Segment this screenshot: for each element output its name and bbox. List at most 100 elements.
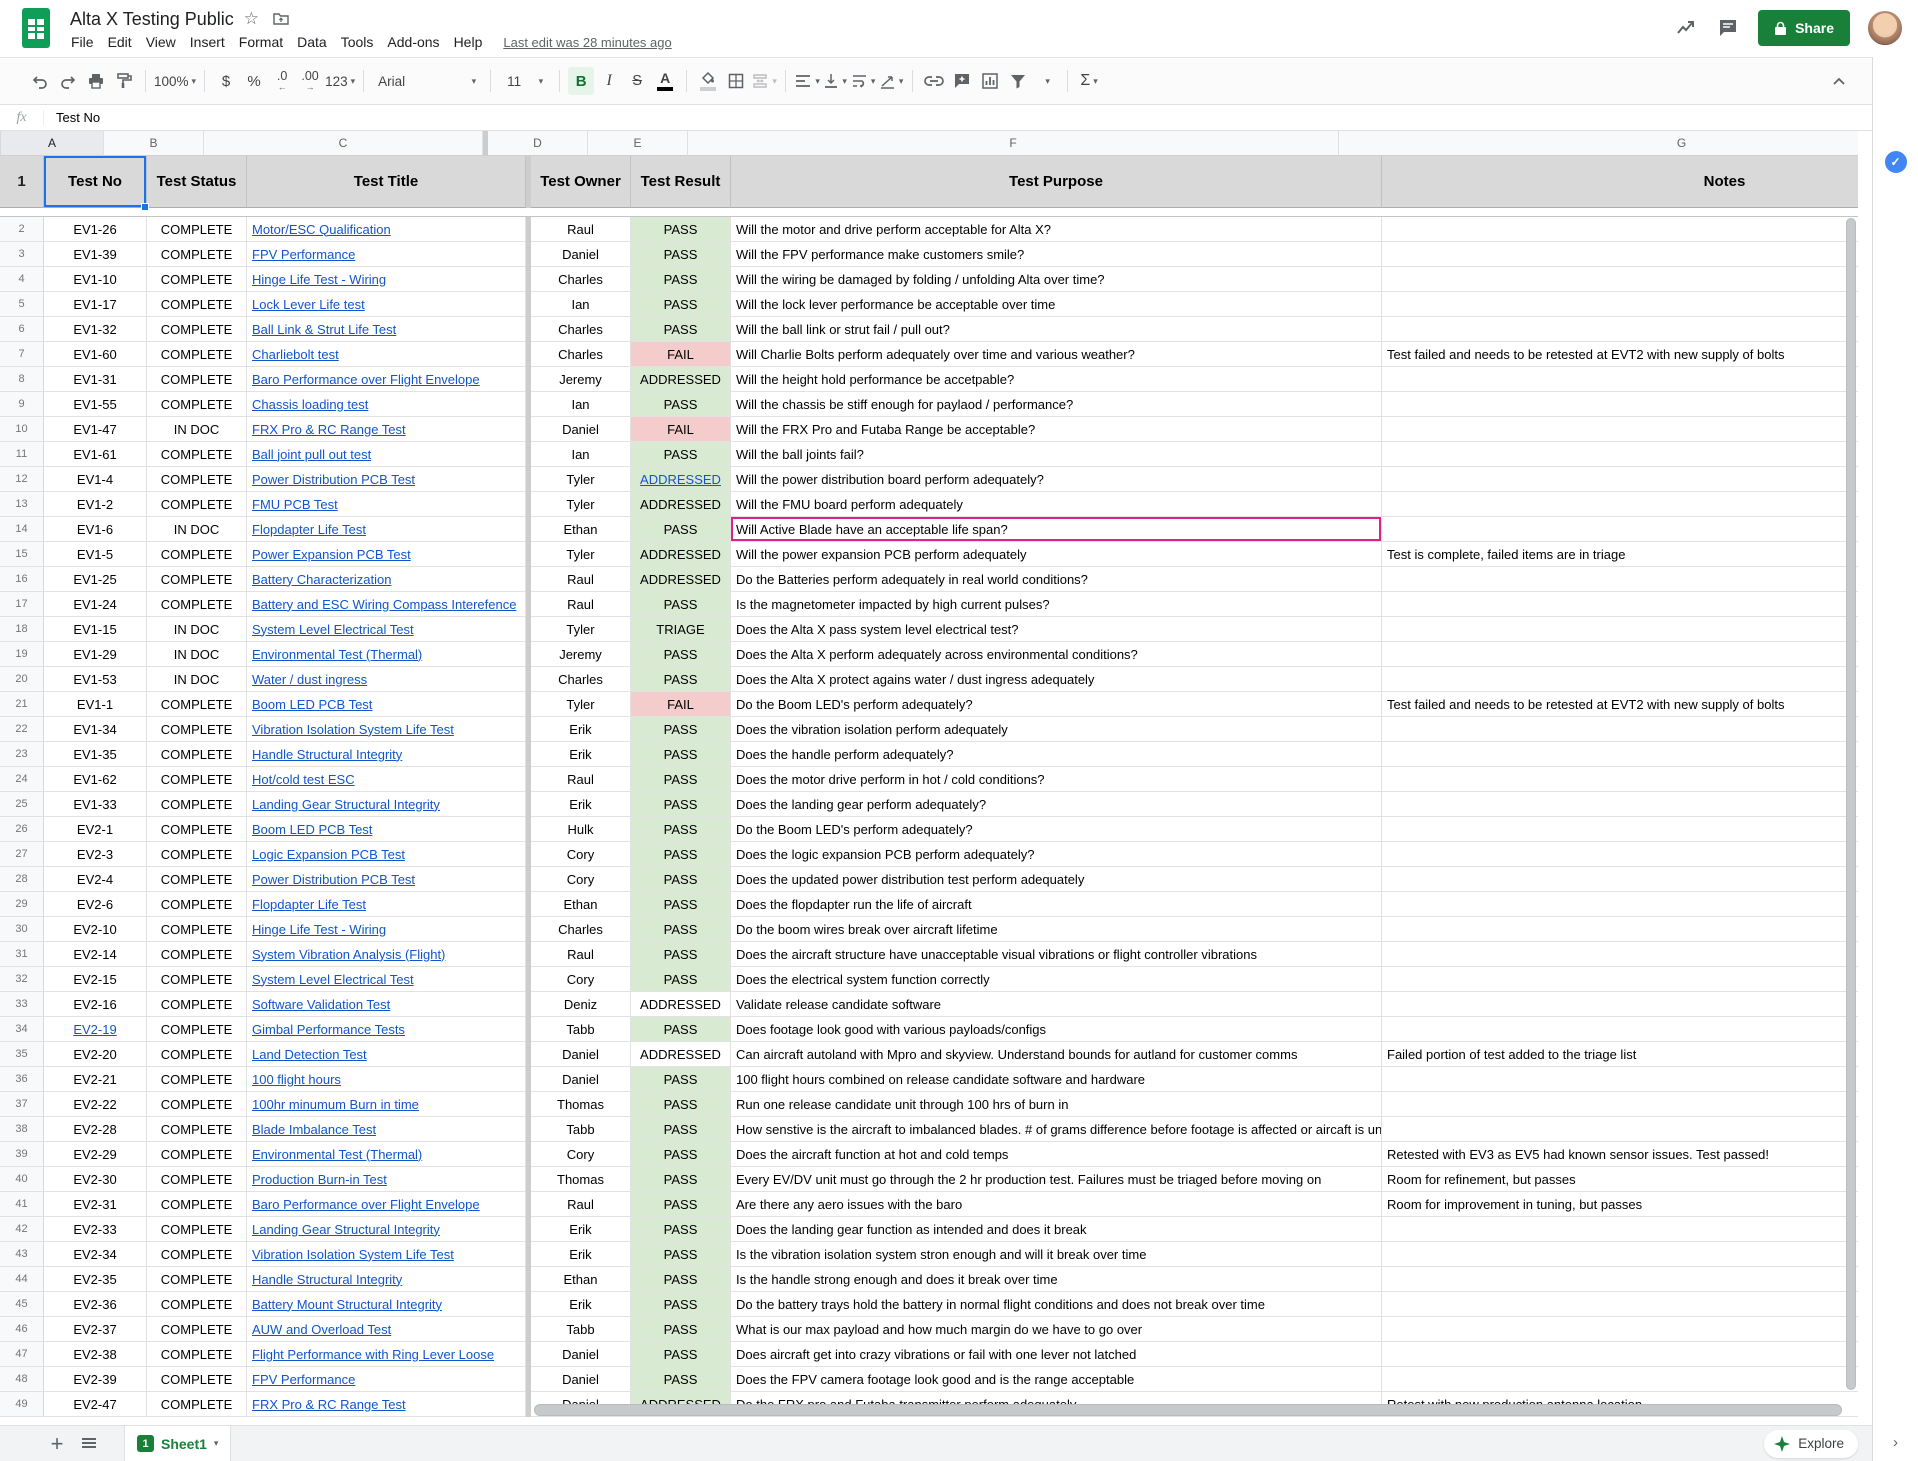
cell-notes[interactable] bbox=[1382, 842, 1858, 867]
cell-notes[interactable] bbox=[1382, 892, 1858, 917]
test-title-link[interactable]: Gimbal Performance Tests bbox=[252, 1022, 405, 1037]
last-edit-link[interactable]: Last edit was 28 minutes ago bbox=[503, 35, 671, 50]
cell-notes[interactable] bbox=[1382, 317, 1858, 342]
test-title-link[interactable]: Environmental Test (Thermal) bbox=[252, 647, 422, 662]
row-header-4[interactable]: 4 bbox=[0, 267, 44, 292]
cell-test-title[interactable]: Power Distribution PCB Test bbox=[247, 467, 526, 492]
cell-test-status[interactable]: COMPLETE bbox=[147, 1242, 247, 1267]
test-title-link[interactable]: Ball joint pull out test bbox=[252, 447, 371, 462]
cell-test-result[interactable]: PASS bbox=[631, 1267, 731, 1292]
cell-test-purpose[interactable]: Do the Boom LED's perform adequately? bbox=[731, 692, 1382, 717]
row-header-34[interactable]: 34 bbox=[0, 1017, 44, 1042]
insert-link-button[interactable] bbox=[921, 67, 947, 95]
insert-chart-button[interactable] bbox=[977, 67, 1003, 95]
cell-test-no[interactable]: EV2-47 bbox=[44, 1392, 147, 1417]
filter-views-caret[interactable]: ▾ bbox=[1033, 67, 1059, 95]
cell-test-no[interactable]: EV1-32 bbox=[44, 317, 147, 342]
cell-test-owner[interactable]: Ethan bbox=[531, 892, 631, 917]
horizontal-scrollbar[interactable] bbox=[534, 1404, 1842, 1416]
cell-test-title[interactable]: AUW and Overload Test bbox=[247, 1317, 526, 1342]
row-header-36[interactable]: 36 bbox=[0, 1067, 44, 1092]
test-title-link[interactable]: Power Expansion PCB Test bbox=[252, 547, 411, 562]
cell-test-purpose[interactable]: Will the chassis be stiff enough for pay… bbox=[731, 392, 1382, 417]
cell-test-title[interactable]: System Vibration Analysis (Flight) bbox=[247, 942, 526, 967]
cell-test-owner[interactable]: Charles bbox=[531, 667, 631, 692]
cell-test-status[interactable]: COMPLETE bbox=[147, 492, 247, 517]
cell-test-no[interactable]: EV1-17 bbox=[44, 292, 147, 317]
cell-notes[interactable] bbox=[1382, 367, 1858, 392]
cell-test-purpose[interactable]: Does the vibration isolation perform ade… bbox=[731, 717, 1382, 742]
cell-test-no[interactable]: EV1-4 bbox=[44, 467, 147, 492]
comment-history-icon[interactable] bbox=[1716, 16, 1740, 40]
test-title-link[interactable]: System Vibration Analysis (Flight) bbox=[252, 947, 445, 962]
cell-test-status[interactable]: COMPLETE bbox=[147, 692, 247, 717]
cell-test-title[interactable]: Environmental Test (Thermal) bbox=[247, 1142, 526, 1167]
cell-test-purpose[interactable]: Will the FRX Pro and Futaba Range be acc… bbox=[731, 417, 1382, 442]
cell-test-title[interactable]: Vibration Isolation System Life Test bbox=[247, 1242, 526, 1267]
cell-test-no[interactable]: EV2-6 bbox=[44, 892, 147, 917]
test-title-link[interactable]: FRX Pro & RC Range Test bbox=[252, 422, 406, 437]
format-currency-button[interactable]: $ bbox=[213, 67, 239, 95]
test-title-link[interactable]: AUW and Overload Test bbox=[252, 1322, 391, 1337]
cell-notes[interactable] bbox=[1382, 942, 1858, 967]
cell-test-title[interactable]: Boom LED PCB Test bbox=[247, 817, 526, 842]
test-title-link[interactable]: Battery and ESC Wiring Compass Interefen… bbox=[252, 597, 516, 612]
cell-test-purpose[interactable]: Will the height hold performance be acce… bbox=[731, 367, 1382, 392]
share-button[interactable]: Share bbox=[1758, 10, 1850, 46]
cell-test-no[interactable]: EV2-30 bbox=[44, 1167, 147, 1192]
cell-test-title[interactable]: System Level Electrical Test bbox=[247, 617, 526, 642]
row-header-31[interactable]: 31 bbox=[0, 942, 44, 967]
cell-test-no[interactable]: EV2-10 bbox=[44, 917, 147, 942]
cell-test-title[interactable]: Flopdapter Life Test bbox=[247, 517, 526, 542]
column-header-c[interactable]: C bbox=[204, 131, 483, 156]
font-size-select[interactable]: 11▾ bbox=[499, 67, 551, 95]
row-header-23[interactable]: 23 bbox=[0, 742, 44, 767]
undo-icon[interactable] bbox=[27, 67, 53, 95]
cell-notes[interactable] bbox=[1382, 567, 1858, 592]
cell-test-owner[interactable]: Daniel bbox=[531, 1042, 631, 1067]
cell-test-status[interactable]: IN DOC bbox=[147, 417, 247, 442]
cell-test-title[interactable]: Power Distribution PCB Test bbox=[247, 867, 526, 892]
test-title-link[interactable]: 100 flight hours bbox=[252, 1072, 341, 1087]
test-title-link[interactable]: Handle Structural Integrity bbox=[252, 747, 402, 762]
row-header-26[interactable]: 26 bbox=[0, 817, 44, 842]
cell-notes[interactable] bbox=[1382, 1117, 1858, 1142]
cell-test-result[interactable]: PASS bbox=[631, 1317, 731, 1342]
row-header-38[interactable]: 38 bbox=[0, 1117, 44, 1142]
cell-test-owner[interactable]: Erik bbox=[531, 717, 631, 742]
cell-notes[interactable] bbox=[1382, 292, 1858, 317]
row-header-20[interactable]: 20 bbox=[0, 667, 44, 692]
cell-test-result[interactable]: PASS bbox=[631, 717, 731, 742]
text-color-button[interactable]: A bbox=[652, 67, 678, 95]
cell-notes[interactable] bbox=[1382, 817, 1858, 842]
test-title-link[interactable]: System Level Electrical Test bbox=[252, 972, 414, 987]
column-header-g[interactable]: G bbox=[1339, 131, 1858, 156]
cell-test-result[interactable]: PASS bbox=[631, 1142, 731, 1167]
cell-test-title[interactable]: Water / dust ingress bbox=[247, 667, 526, 692]
test-title-link[interactable]: Lock Lever Life test bbox=[252, 297, 365, 312]
tasks-icon[interactable]: ✓ bbox=[1885, 151, 1907, 173]
cell-test-title[interactable]: Software Validation Test bbox=[247, 992, 526, 1017]
cell-test-no[interactable]: EV1-39 bbox=[44, 242, 147, 267]
row-header-8[interactable]: 8 bbox=[0, 367, 44, 392]
cell-test-result[interactable]: PASS bbox=[631, 817, 731, 842]
sheets-logo-icon[interactable] bbox=[22, 8, 50, 48]
cell-test-no[interactable]: EV1-2 bbox=[44, 492, 147, 517]
cell-test-owner[interactable]: Ethan bbox=[531, 517, 631, 542]
cell-test-title[interactable]: FRX Pro & RC Range Test bbox=[247, 1392, 526, 1417]
test-title-link[interactable]: Hot/cold test ESC bbox=[252, 772, 355, 787]
cell-test-owner[interactable]: Tabb bbox=[531, 1017, 631, 1042]
cell-notes[interactable] bbox=[1382, 1292, 1858, 1317]
menu-item-file[interactable]: File bbox=[64, 31, 101, 53]
cell-test-purpose[interactable]: Do the Boom LED's perform adequately? bbox=[731, 817, 1382, 842]
cell-test-purpose[interactable]: Will the motor and drive perform accepta… bbox=[731, 217, 1382, 242]
cell-test-title[interactable]: Environmental Test (Thermal) bbox=[247, 642, 526, 667]
test-title-link[interactable]: Flopdapter Life Test bbox=[252, 897, 366, 912]
cell-test-purpose[interactable]: Does the aircraft function at hot and co… bbox=[731, 1142, 1382, 1167]
header-cell-test-title[interactable]: Test Title bbox=[247, 156, 526, 208]
cell-test-no[interactable]: EV2-39 bbox=[44, 1367, 147, 1392]
cell-test-title[interactable]: Boom LED PCB Test bbox=[247, 692, 526, 717]
cell-notes[interactable] bbox=[1382, 467, 1858, 492]
cell-test-purpose[interactable]: Does the updated power distribution test… bbox=[731, 867, 1382, 892]
row-header-11[interactable]: 11 bbox=[0, 442, 44, 467]
